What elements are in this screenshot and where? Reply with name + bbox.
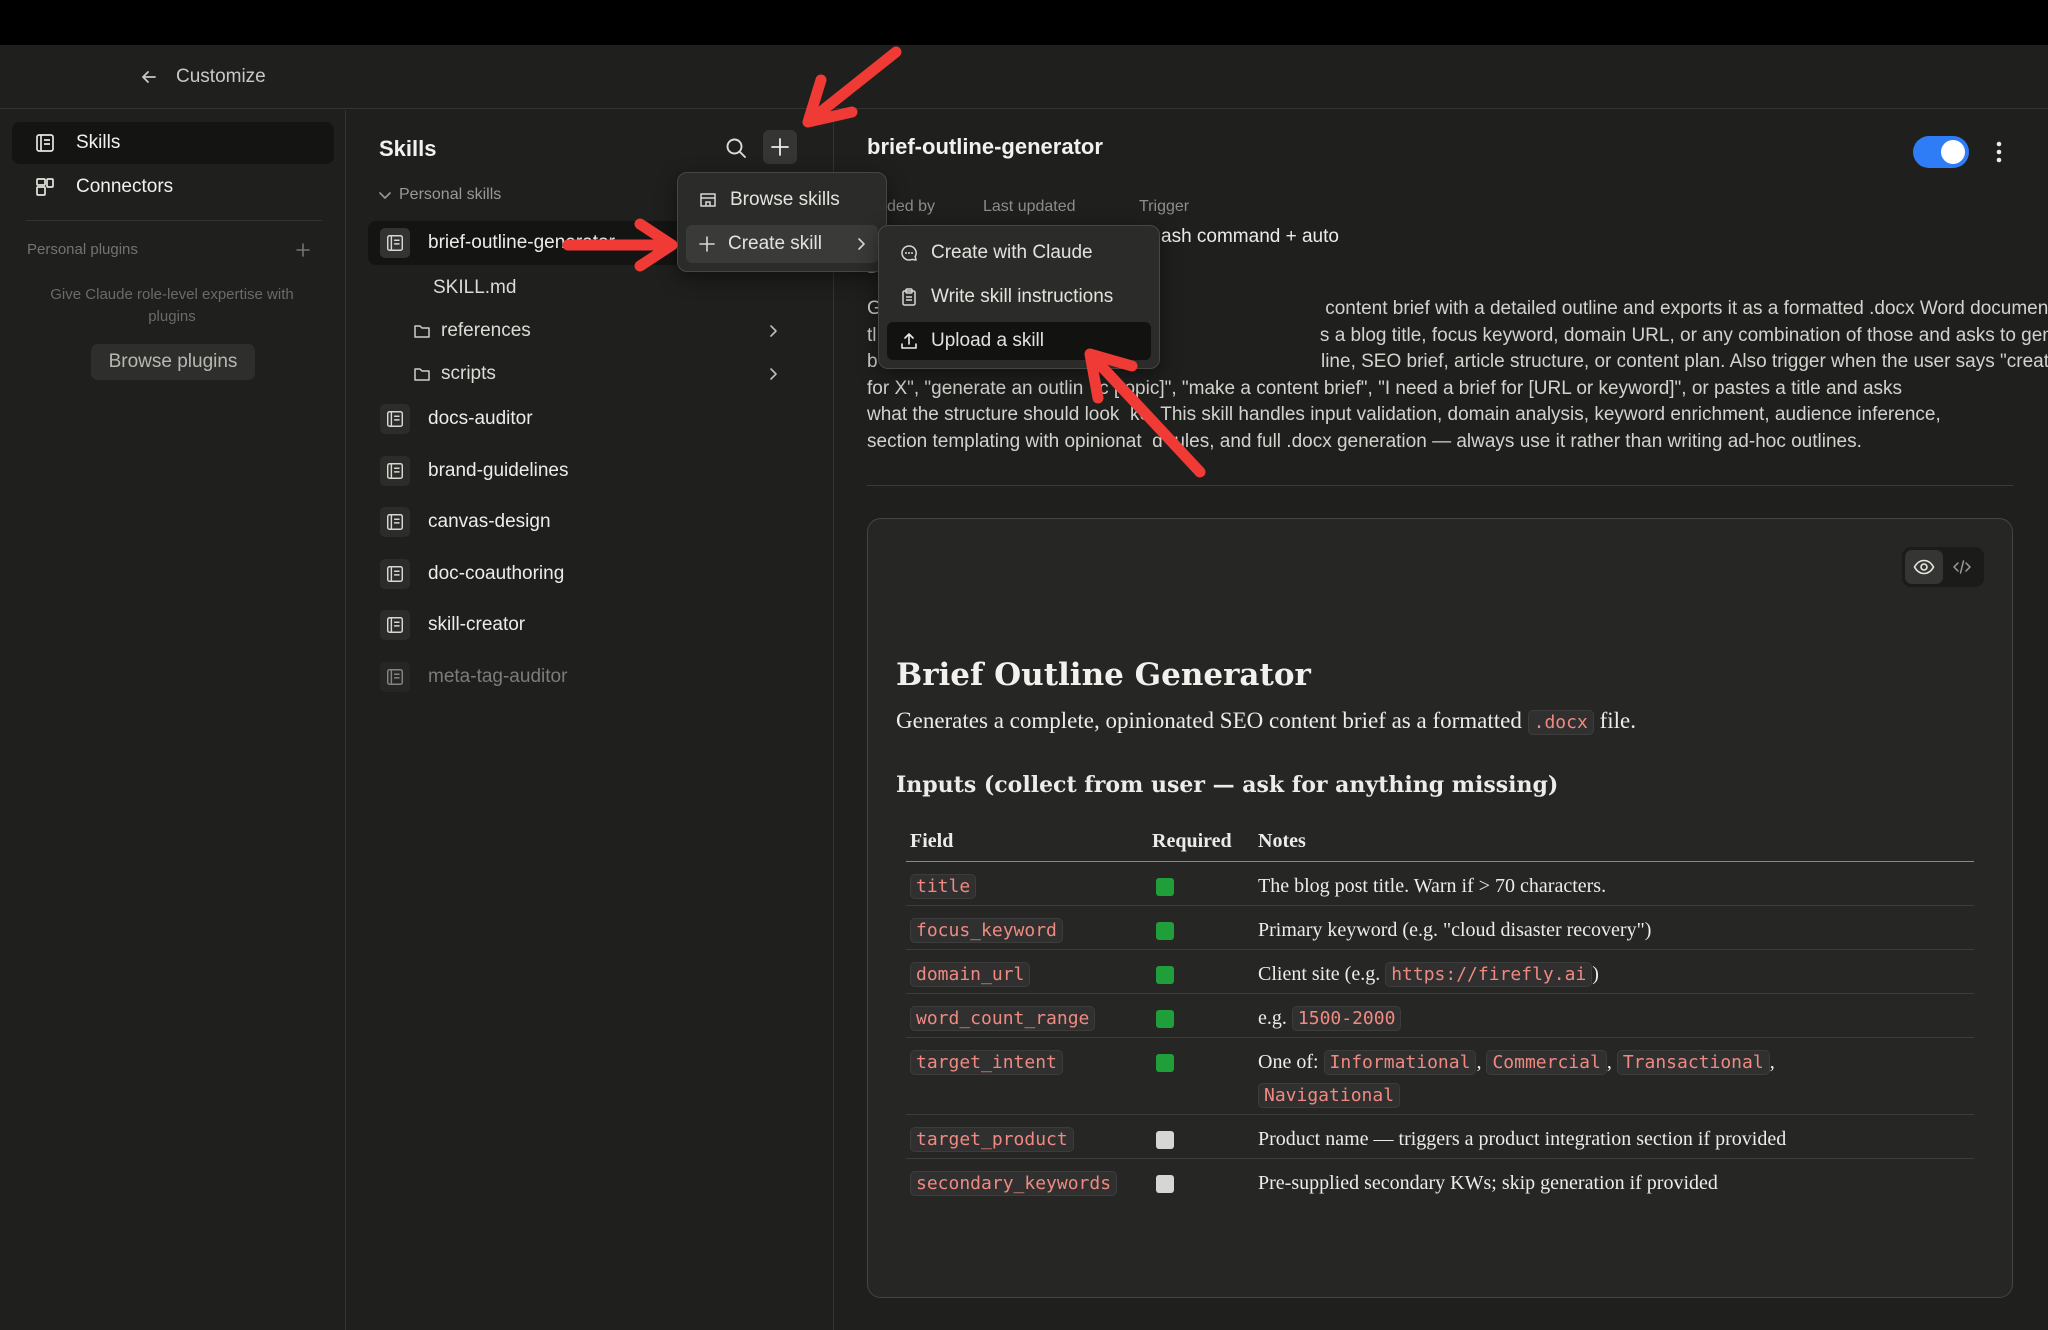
arrow-to-upload-skill — [1084, 348, 1206, 478]
arrow-to-create-skill — [562, 218, 678, 272]
annotation-arrows — [562, 46, 1206, 478]
arrow-to-add-button — [802, 46, 902, 128]
